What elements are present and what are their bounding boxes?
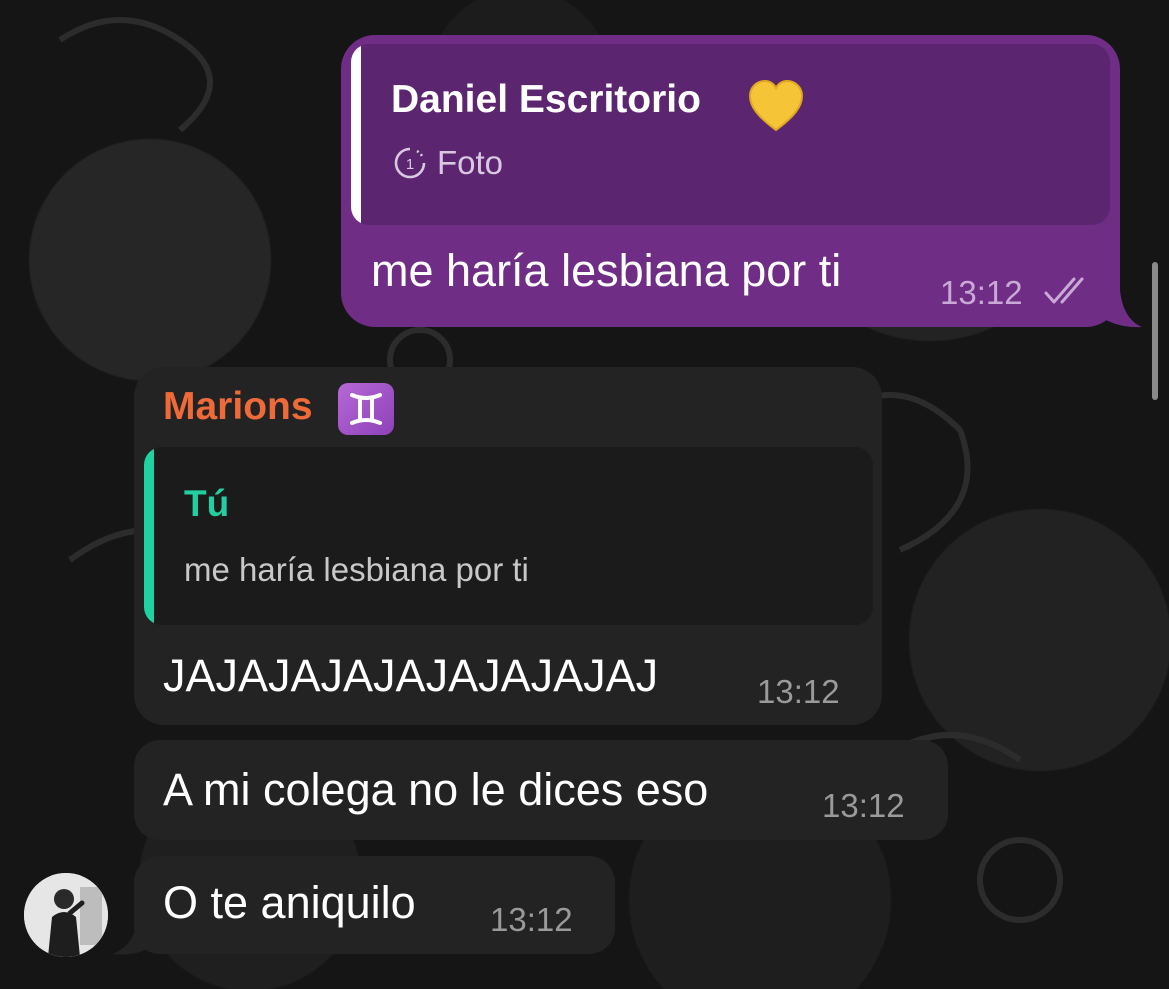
incoming-message-time: 13:12: [490, 901, 573, 938]
outgoing-message-time: 13:12: [940, 274, 1023, 311]
incoming-message-time: 13:12: [757, 673, 840, 710]
reply-sender-name: Tú: [184, 483, 230, 524]
reply-quote-bar: [351, 44, 361, 225]
incoming-message-text: A mi colega no le dices eso: [163, 764, 709, 815]
reply-quote-bar: [144, 447, 154, 625]
view-once-timer-icon: 1: [394, 147, 426, 179]
svg-text:1: 1: [406, 156, 414, 173]
outgoing-message-text: me haría lesbiana por ti: [371, 245, 842, 296]
avatar-photo: [24, 873, 108, 957]
yellow-heart-icon: [748, 79, 804, 132]
scrollbar[interactable]: [1152, 262, 1158, 400]
outgoing-reply-quote[interactable]: Daniel Escritorio 1 Foto: [351, 44, 1110, 225]
gemini-sign-icon: [338, 383, 394, 435]
incoming-message-text: O te aniquilo: [163, 877, 416, 928]
double-check-icon: [1044, 277, 1084, 304]
sender-name[interactable]: Marions: [163, 385, 313, 429]
reply-media-text: Foto: [437, 144, 504, 181]
contact-avatar[interactable]: [24, 873, 108, 957]
reply-media-label: 1 Foto: [393, 144, 503, 182]
incoming-reply-quote[interactable]: Tú me haría lesbiana por ti: [144, 447, 873, 625]
reply-quoted-text: me haría lesbiana por ti: [184, 551, 529, 588]
incoming-message-time: 13:12: [822, 787, 905, 824]
incoming-message-text: JAJAJAJAJAJAJAJAJAJ: [163, 650, 659, 701]
reply-sender-name: Daniel Escritorio: [391, 78, 701, 121]
